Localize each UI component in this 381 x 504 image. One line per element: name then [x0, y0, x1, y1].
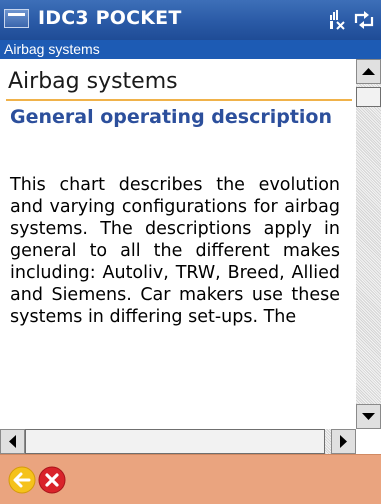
app-title: IDC3 POCKET	[38, 7, 182, 29]
scroll-down-button[interactable]	[356, 404, 381, 429]
body-text: This chart describes the evolution and v…	[10, 175, 340, 327]
vertical-scroll-thumb[interactable]	[356, 87, 381, 107]
sync-icon[interactable]	[353, 9, 375, 31]
scroll-left-button[interactable]	[0, 429, 25, 454]
title-bar: IDC3 POCKET	[0, 0, 381, 40]
scrollbar-corner	[356, 429, 381, 454]
title-divider	[6, 99, 352, 101]
status-icons	[328, 9, 375, 31]
horizontal-scrollbar[interactable]	[0, 429, 356, 454]
bottom-toolbar	[0, 454, 381, 504]
horizontal-scroll-thumb[interactable]	[25, 429, 325, 454]
arrow-left-icon	[9, 435, 16, 448]
subtitle-bar: Airbag systems	[0, 40, 381, 59]
document-title: Airbag systems	[8, 69, 178, 94]
vertical-scrollbar[interactable]	[356, 59, 381, 429]
section-heading: General operating description	[10, 106, 332, 128]
scroll-up-button[interactable]	[356, 59, 381, 84]
arrow-right-icon	[340, 435, 347, 448]
pocket-pc-screen: IDC3 POCKET Airbag systems Airbag system…	[0, 0, 381, 504]
arrow-down-icon	[362, 413, 375, 420]
start-menu-icon[interactable]	[4, 9, 29, 28]
back-arrow-icon	[8, 466, 36, 494]
document-view[interactable]: Airbag systems General operating descrip…	[0, 59, 356, 429]
signal-icon[interactable]	[328, 9, 350, 31]
close-x-icon	[38, 466, 66, 494]
scroll-right-button[interactable]	[331, 429, 356, 454]
back-button[interactable]	[8, 466, 36, 494]
arrow-up-icon	[362, 68, 375, 75]
close-button[interactable]	[38, 466, 66, 494]
